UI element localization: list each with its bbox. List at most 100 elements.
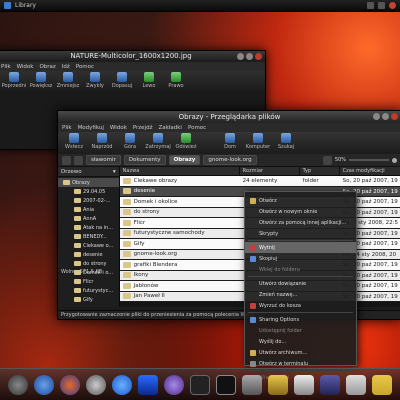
computer-button[interactable]: Komputer (246, 133, 270, 150)
menu-item[interactable]: Skopiuj (245, 253, 356, 264)
forward-button[interactable]: Naprzód (90, 133, 114, 150)
normal-size-button[interactable]: Zwykły (84, 72, 106, 92)
blank-icon (250, 281, 256, 287)
back-button[interactable]: Wstecz (62, 133, 86, 150)
menu-item[interactable]: Utwórz archiwum... (245, 347, 356, 358)
tree-item[interactable]: Ania (58, 205, 119, 214)
breadcrumb-gnome-look[interactable]: gnome-look.org (203, 155, 257, 165)
fm-menu-file[interactable]: Plik (62, 125, 72, 131)
menu-item[interactable]: Wytnij (245, 242, 356, 253)
dock-home-folder-icon[interactable] (242, 374, 262, 395)
maximize-icon[interactable] (382, 113, 389, 120)
network-icon[interactable] (367, 2, 374, 9)
search-button[interactable]: Szukaj (274, 133, 298, 150)
tree-item[interactable]: 29.04.05 (58, 187, 119, 196)
fm-menu-go[interactable]: Przejdź (133, 125, 153, 131)
menu-item[interactable]: Otwórz (245, 195, 356, 206)
fm-menu-edit[interactable]: Modyfikuj (78, 125, 104, 131)
menu-item[interactable]: Wyrzuć do kosza (245, 300, 356, 311)
column-name[interactable]: Nazwa (120, 167, 240, 175)
viewer-titlebar[interactable]: NATURE-Multicolor_1600x1200.jpg (0, 51, 265, 62)
tree-item[interactable]: 2007-02-... (58, 196, 119, 205)
fm-menu-bookmarks[interactable]: Zakładki (158, 125, 181, 131)
tool-label: Dom (224, 144, 236, 150)
zoom-slider[interactable] (349, 159, 389, 161)
dock-music-icon[interactable] (138, 374, 158, 395)
dock-firefox-icon[interactable] (60, 374, 80, 395)
menu-item[interactable]: Skrypty (245, 228, 356, 239)
maximize-icon[interactable] (246, 53, 253, 60)
tree-item[interactable]: desenie (58, 250, 119, 259)
tree-item[interactable]: AnnA (58, 214, 119, 223)
top-panel-title[interactable]: Library (15, 2, 36, 9)
close-icon[interactable] (391, 113, 398, 120)
volume-icon[interactable] (378, 2, 385, 9)
dock-folder-icon[interactable] (268, 374, 288, 395)
viewer-menu-help[interactable]: Pomoc (76, 64, 94, 70)
dock-app-icon[interactable] (8, 374, 28, 395)
fit-button[interactable]: Dopasuj (111, 72, 133, 92)
viewer-menu-view[interactable]: Widok (17, 64, 34, 70)
dock-messenger-icon[interactable] (164, 374, 184, 395)
tree-item[interactable]: futurystyc... (58, 286, 119, 295)
rotate-right-button[interactable]: Prawo (165, 72, 187, 92)
menu-item[interactable]: Otwórz w nowym oknie (245, 206, 356, 217)
cell-type: folder (302, 178, 319, 184)
home-button[interactable]: Dom (218, 133, 242, 150)
dock-disc-icon[interactable] (86, 374, 106, 395)
dock-media-player-icon[interactable] (112, 374, 132, 395)
tree-item[interactable]: do strony (58, 259, 119, 268)
dock-files-icon[interactable] (372, 374, 392, 395)
folder-icon (74, 234, 81, 239)
chevron-left-icon[interactable] (74, 155, 83, 165)
dock-browser-icon[interactable] (34, 374, 54, 395)
viewer-menu-file[interactable]: Plik (1, 64, 11, 70)
tree-item[interactable]: BENEDY... (58, 232, 119, 241)
column-date[interactable]: Czas modyfikacji (340, 167, 400, 175)
fm-titlebar[interactable]: Obrazy - Przeglądarka plików (58, 111, 400, 123)
dock-calendar-icon[interactable] (320, 374, 340, 395)
side-pane-header[interactable]: Drzewo ▾ (58, 167, 119, 177)
breadcrumb-home[interactable]: sławomir (86, 155, 121, 165)
power-icon[interactable] (389, 2, 396, 9)
viewer-menu-go[interactable]: Idź (62, 64, 70, 70)
breadcrumb-documents[interactable]: Dokumenty (123, 155, 166, 165)
cell-name: Jabłonów (120, 281, 240, 291)
side-pane-mode: Drzewo (61, 168, 82, 175)
tree-item[interactable]: Atak na in... (58, 223, 119, 232)
minimize-icon[interactable] (237, 53, 244, 60)
breadcrumb-images[interactable]: Obrazy (168, 155, 201, 165)
zoom-out-button[interactable]: Zmniejsz (57, 72, 79, 92)
stop-button[interactable]: Zatrzymaj (145, 133, 171, 150)
dock-console-icon[interactable] (216, 374, 236, 395)
menu-item[interactable]: Utwórz dowiązanie (245, 278, 356, 289)
minimize-icon[interactable] (373, 113, 380, 120)
previous-button[interactable]: Poprzedni (2, 72, 26, 92)
dock-editor-icon[interactable] (294, 374, 314, 395)
column-size[interactable]: Rozmiar (240, 167, 300, 175)
menu-item[interactable]: Zmień nazwę... (245, 289, 356, 300)
table-row[interactable]: Ciekawe obrazy 24 elementy folder So, 20 pa… (119, 176, 400, 187)
tree-item[interactable]: Ciekawe o... (58, 241, 119, 250)
zoom-handle[interactable] (392, 157, 397, 163)
rotate-left-button[interactable]: Lewo (138, 72, 160, 92)
dock-terminal-icon[interactable] (190, 374, 210, 395)
menu-item[interactable]: Otwórz za pomocą innej aplikacji... (245, 217, 356, 228)
menu-item[interactable]: Wyślij do... (245, 336, 356, 347)
fm-menu-help[interactable]: Pomoc (188, 125, 206, 131)
fm-menu-view[interactable]: Widok (110, 125, 127, 131)
zoom-out-icon[interactable] (322, 155, 332, 165)
close-icon[interactable] (255, 53, 262, 60)
menu-item[interactable]: Sharing Options (245, 314, 356, 325)
zoom-in-button[interactable]: Powiększ (30, 72, 52, 92)
tree-item[interactable]: Flicr (58, 277, 119, 286)
applications-menu-icon[interactable] (4, 2, 11, 9)
tree-item[interactable]: Obrazy (58, 178, 119, 187)
tree-item[interactable]: Gify (58, 295, 119, 304)
edit-location-icon[interactable] (62, 155, 71, 165)
reload-button[interactable]: Odśwież (174, 133, 198, 150)
dock-trash-icon[interactable] (346, 374, 366, 395)
viewer-menu-image[interactable]: Obraz (39, 64, 55, 70)
column-type[interactable]: Typ (300, 167, 340, 175)
up-button[interactable]: Góra (118, 133, 142, 150)
